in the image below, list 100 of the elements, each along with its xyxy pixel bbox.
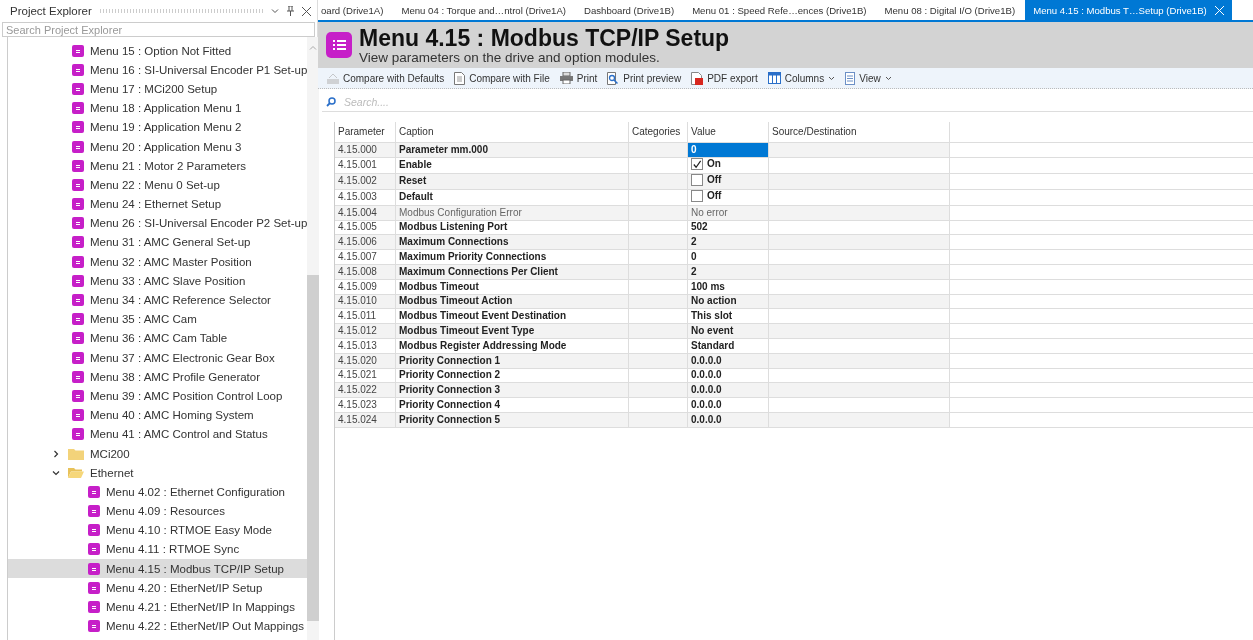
tree-item[interactable]: Menu 38 : AMC Profile Generator [8, 367, 308, 387]
chevron-icon[interactable] [52, 468, 60, 477]
table-cell: Modbus Listening Port [395, 220, 629, 235]
column-header[interactable]: Value [687, 122, 769, 143]
scrollbar[interactable] [307, 37, 320, 640]
list-icon [326, 32, 352, 58]
pin-icon[interactable] [287, 6, 294, 16]
tree-item[interactable]: Menu 4.10 : RTMOE Easy Mode [8, 520, 308, 540]
table-cell[interactable]: On [687, 157, 769, 174]
columns-icon [767, 72, 781, 84]
menu-icon [72, 294, 84, 307]
toolbar-button[interactable]: Compare with File [451, 70, 553, 86]
column-header[interactable]: Parameter [335, 122, 396, 143]
tree-item[interactable]: Ethernet [8, 463, 308, 483]
tree-item[interactable]: Menu 35 : AMC Cam [8, 309, 308, 329]
menu-icon [72, 102, 84, 115]
dropdown-icon[interactable] [271, 8, 279, 14]
tree-item[interactable]: Menu 39 : AMC Position Control Loop [8, 386, 308, 406]
table-cell[interactable]: Off [687, 189, 769, 206]
toolbar-button[interactable]: Print preview [604, 70, 685, 86]
tree-item[interactable]: Menu 20 : Application Menu 3 [8, 136, 308, 157]
checkbox[interactable]: Off [691, 173, 722, 186]
tree-item[interactable]: Menu 24 : Ethernet Setup [8, 194, 308, 214]
menu-icon [72, 389, 84, 402]
tree-item[interactable]: Menu 4.20 : EtherNet/IP Setup [8, 578, 308, 598]
table-cell[interactable]: 502 [687, 220, 769, 235]
menu-icon [72, 428, 84, 441]
table-cell[interactable]: 0 [687, 249, 769, 265]
tree-item[interactable]: Menu 26 : SI-Universal Encoder P2 Set-up [8, 213, 308, 233]
menu-icon [72, 198, 84, 211]
table-cell[interactable]: Standard [687, 338, 769, 354]
menu-icon [72, 82, 84, 95]
menu-icon [72, 121, 84, 134]
tree-item[interactable]: Menu 21 : Motor 2 Parameters [8, 156, 308, 176]
table-cell[interactable]: 100 ms [687, 279, 769, 295]
menu-icon [72, 63, 84, 76]
search-field[interactable]: Search Project Explorer [2, 22, 315, 37]
column-header[interactable]: Caption [395, 122, 629, 143]
tree-item[interactable]: Menu 32 : AMC Master Position [8, 252, 308, 272]
tree-item[interactable]: Menu 4.22 : EtherNet/IP Out Mappings [8, 616, 308, 636]
menu-icon [72, 370, 84, 383]
menu-icon [72, 178, 84, 191]
checkbox[interactable]: Off [691, 189, 722, 202]
tree-item[interactable]: Menu 4.09 : Resources [8, 501, 308, 521]
tree-item[interactable]: Menu 34 : AMC Reference Selector [8, 290, 308, 310]
menu-icon [72, 409, 84, 422]
page-icon [845, 71, 856, 85]
tab[interactable]: Menu 4.15 : Modbus T…Setup (Drive1B) [1025, 0, 1232, 20]
table-cell: 4.15.021 [335, 368, 396, 383]
tree-item[interactable]: Menu 40 : AMC Homing System [8, 405, 308, 425]
scrollbar-thumb[interactable] [307, 275, 320, 621]
table-cell: Priority Connection 2 [395, 368, 629, 383]
tree-item[interactable]: Menu 37 : AMC Electronic Gear Box [8, 348, 308, 368]
tree-item[interactable]: Menu 22 : Menu 0 Set-up [8, 175, 308, 195]
tree-item[interactable]: Menu 4.11 : RTMOE Sync [8, 539, 308, 560]
close-icon[interactable] [302, 6, 311, 16]
tab[interactable]: Dashboard (Drive1B) [576, 0, 683, 20]
table-cell[interactable]: 0.0.0.0 [687, 397, 769, 413]
toolbar-button[interactable]: Columns [764, 71, 839, 85]
tree-item[interactable]: Menu 19 : Application Menu 2 [8, 117, 308, 137]
tab[interactable]: Menu 08 : Digital I/O (Drive1B) [876, 0, 1024, 20]
tree-item[interactable]: Menu 4.02 : Ethernet Configuration [8, 482, 308, 502]
chevron-icon[interactable] [52, 449, 60, 458]
printer-icon [559, 72, 573, 84]
tree-item[interactable]: Menu 4.15 : Modbus TCP/IP Setup [8, 559, 308, 579]
table-cell: 4.15.005 [335, 220, 396, 235]
menu-icon [72, 313, 84, 326]
table-cell: 4.15.009 [335, 279, 396, 295]
tree-item[interactable]: Menu 33 : AMC Slave Position [8, 271, 308, 291]
menu-icon [72, 217, 84, 230]
table-cell: Modbus Register Addressing Mode [395, 338, 629, 354]
tree-item[interactable]: Menu 18 : Application Menu 1 [8, 98, 308, 118]
pdf-icon [691, 71, 704, 85]
table-cell[interactable]: This slot [687, 308, 769, 324]
tree-item[interactable]: Menu 17 : MCi200 Setup [8, 79, 308, 99]
tab[interactable]: Menu 04 : Torque and…ntrol (Drive1A) [393, 0, 574, 20]
menu-icon [72, 236, 84, 249]
toolbar-button[interactable]: View [842, 70, 895, 86]
menu-icon [88, 505, 100, 518]
tree-item[interactable]: Menu 41 : AMC Control and Status [8, 424, 308, 444]
tree-item[interactable]: Menu 15 : Option Not Fitted [8, 41, 308, 61]
tree-item[interactable]: Menu 16 : SI-Universal Encoder P1 Set-up [8, 60, 308, 80]
menu-icon [88, 620, 100, 633]
column-header[interactable]: Categories [628, 122, 688, 143]
table-cell: 4.15.003 [335, 189, 396, 206]
toolbar-button[interactable]: PDF export [688, 70, 761, 86]
checkbox[interactable]: On [691, 157, 721, 170]
table-cell[interactable]: 0.0.0.0 [687, 368, 769, 383]
toolbar-button[interactable]: Print [556, 71, 601, 85]
document-icon [454, 71, 466, 85]
menu-icon [72, 44, 84, 57]
column-header[interactable]: Source/Destination [768, 122, 950, 143]
tree-item[interactable]: Menu 31 : AMC General Set-up [8, 232, 308, 253]
tree-item[interactable]: Menu 4.21 : EtherNet/IP In Mappings [8, 597, 308, 617]
tab[interactable]: Menu 01 : Speed Refe…ences (Drive1B) [684, 0, 875, 20]
page-subtitle: View parameters on the drive and option modules. [359, 49, 661, 65]
tree-item[interactable]: Menu 36 : AMC Cam Table [8, 328, 308, 348]
check-icon [692, 158, 702, 170]
tree-item[interactable]: MCi200 [8, 443, 308, 464]
tab[interactable]: oard (Drive1A) [318, 0, 392, 20]
